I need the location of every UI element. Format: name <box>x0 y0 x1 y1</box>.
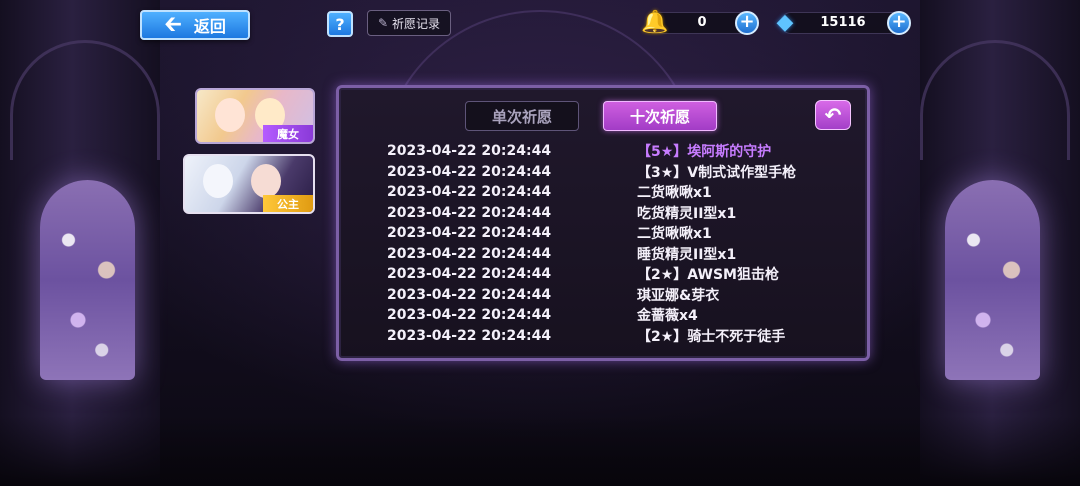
wish-record-button[interactable]: ✎ 祈愿记录 <box>367 10 451 36</box>
tab-ten-wish[interactable]: 十次祈愿 <box>603 101 717 131</box>
record-row: 2023-04-22 20:24:44 吃货精灵II型x1 <box>387 203 857 224</box>
record-row: 2023-04-22 20:24:44 【3★】V制式试作型手枪 <box>387 162 857 183</box>
help-button[interactable]: ? <box>327 11 353 37</box>
record-item: 琪亚娜&芽衣 <box>637 287 720 304</box>
record-row: 2023-04-22 20:24:44 【2★】骑士不死于徒手 <box>387 326 857 347</box>
back-button-label: 返回 <box>193 17 226 36</box>
record-item: 【2★】骑士不死于徒手 <box>637 328 786 345</box>
record-row: 2023-04-22 20:24:44 金蔷薇x4 <box>387 305 857 326</box>
record-item: 睡货精灵II型x1 <box>637 246 737 263</box>
princess-tag: 公主 <box>263 195 313 212</box>
record-row: 2023-04-22 20:24:44 【2★】AWSM狙击枪 <box>387 264 857 285</box>
left-stained-glass-window <box>40 180 135 380</box>
arrow-left-icon: 🡰 <box>164 12 182 37</box>
wish-record-panel: 单次祈愿 十次祈愿 ↶ 2023-04-22 20:24:44 【5★】埃阿斯的守… <box>336 85 870 361</box>
record-item: 【3★】V制式试作型手枪 <box>637 164 797 181</box>
bell-amount: 0 <box>697 15 707 30</box>
gem-icon: ◆ <box>776 9 794 35</box>
record-row: 2023-04-22 20:24:44 琪亚娜&芽衣 <box>387 285 857 306</box>
record-time: 2023-04-22 20:24:44 <box>387 266 552 283</box>
record-time: 2023-04-22 20:24:44 <box>387 327 552 344</box>
record-time: 2023-04-22 20:24:44 <box>387 307 552 324</box>
return-arrow-icon: ↶ <box>824 103 842 127</box>
record-row: 2023-04-22 20:24:44 二货啾啾x1 <box>387 182 857 203</box>
record-time: 2023-04-22 20:24:44 <box>387 286 552 303</box>
record-item: 二货啾啾x1 <box>637 226 712 243</box>
princess-banner-card[interactable]: 公主 <box>183 154 315 214</box>
witch-portrait <box>215 98 245 132</box>
princess-portrait <box>203 164 233 198</box>
floor-shadow <box>0 416 1080 486</box>
wish-record-list: 2023-04-22 20:24:44 【5★】埃阿斯的守护 2023-04-22 … <box>387 141 857 346</box>
record-row: 2023-04-22 20:24:44 二货啾啾x1 <box>387 223 857 244</box>
record-time: 2023-04-22 20:24:44 <box>387 245 552 262</box>
witch-banner-card[interactable]: 魔女 <box>195 88 315 144</box>
wish-record-label: 祈愿记录 <box>392 16 441 31</box>
gem-amount: 15116 <box>820 15 866 30</box>
record-time: 2023-04-22 20:24:44 <box>387 143 552 160</box>
record-item: 吃货精灵II型x1 <box>637 205 737 222</box>
record-row: 2023-04-22 20:24:44 睡货精灵II型x1 <box>387 244 857 265</box>
add-bell-button[interactable]: + <box>735 11 759 35</box>
add-gem-button[interactable]: + <box>887 11 911 35</box>
record-time: 2023-04-22 20:24:44 <box>387 225 552 242</box>
witch-tag: 魔女 <box>263 125 313 142</box>
bell-icon: 🔔 <box>641 9 669 35</box>
record-time: 2023-04-22 20:24:44 <box>387 184 552 201</box>
gem-currency: ◆ 15116 + <box>777 10 911 35</box>
record-item: 金蔷薇x4 <box>637 308 698 325</box>
record-time: 2023-04-22 20:24:44 <box>387 204 552 221</box>
wish-tabs: 单次祈愿 十次祈愿 <box>465 101 717 131</box>
scroll-icon: ✎ <box>377 16 389 30</box>
princess-portrait-2 <box>251 164 281 198</box>
record-row: 2023-04-22 20:24:44 【5★】埃阿斯的守护 <box>387 141 857 162</box>
tab-single-wish[interactable]: 单次祈愿 <box>465 101 579 131</box>
record-item: 【5★】埃阿斯的守护 <box>637 144 772 161</box>
bell-currency: 🔔 0 + <box>641 10 759 35</box>
right-stained-glass-window <box>945 180 1040 380</box>
record-item: 【2★】AWSM狙击枪 <box>637 267 779 284</box>
record-item: 二货啾啾x1 <box>637 185 712 202</box>
return-button[interactable]: ↶ <box>815 100 851 130</box>
record-time: 2023-04-22 20:24:44 <box>387 163 552 180</box>
back-button[interactable]: 🡰 返回 <box>140 10 250 40</box>
